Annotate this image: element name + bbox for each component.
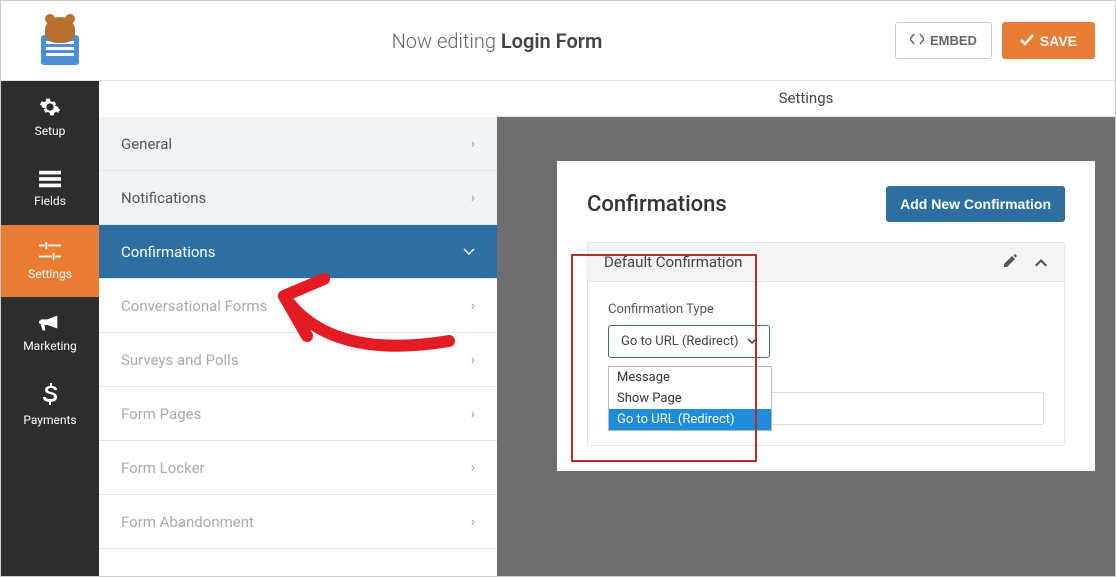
settings-item-abandonment[interactable]: Form Abandonment › [99,495,497,549]
dropdown-option[interactable]: Show Page [609,388,771,409]
chevron-right-icon: › [471,136,475,152]
main-panel: Settings Confirmations Add New Confirmat… [497,81,1115,576]
dropdown-option[interactable]: Message [609,367,771,388]
confirmation-type-dropdown[interactable]: Message Show Page Go to URL (Redirect) [608,366,772,431]
nav-fields[interactable]: Fields [1,153,99,225]
nav-setup[interactable]: Setup [1,81,99,153]
code-icon [910,33,924,48]
chevron-down-icon [463,244,475,260]
settings-page-title: Settings [497,81,1115,117]
top-header: Now editing Login Form EMBED SAVE [1,1,1115,81]
settings-submenu: Settings General › Notifications › Confi… [99,81,497,576]
chevron-right-icon: › [471,460,475,476]
editing-title: Now editing Login Form [99,29,895,53]
confirmations-card: Confirmations Add New Confirmation Defau… [557,161,1095,471]
section-title: Confirmations [587,192,727,217]
settings-item-conversational[interactable]: Conversational Forms › [99,279,497,333]
confirmation-block: Default Confirmation Confirmation Type [587,242,1065,446]
chevron-up-icon[interactable] [1034,253,1048,271]
list-icon [39,170,61,188]
pencil-icon[interactable] [1004,253,1018,271]
chevron-right-icon: › [471,514,475,530]
check-icon [1020,33,1034,49]
bullhorn-icon [39,313,61,333]
settings-item-surveys[interactable]: Surveys and Polls › [99,333,497,387]
add-confirmation-button[interactable]: Add New Confirmation [886,186,1065,222]
embed-button[interactable]: EMBED [895,22,992,59]
chevron-right-icon: › [471,352,475,368]
left-sidebar: Setup Fields Settings Marketing Payments [1,81,99,576]
confirmation-type-label: Confirmation Type [608,302,1044,317]
dollar-icon [42,383,58,407]
chevron-down-icon [747,338,757,345]
logo [21,17,99,65]
dropdown-option[interactable]: Go to URL (Redirect) [609,409,771,430]
nav-marketing[interactable]: Marketing [1,297,99,369]
settings-item-general[interactable]: General › [99,117,497,171]
confirmation-type-select[interactable]: Go to URL (Redirect) [608,325,770,358]
block-title: Default Confirmation [604,253,742,271]
gear-icon [39,96,61,118]
sliders-icon [39,241,61,261]
chevron-right-icon: › [471,190,475,206]
settings-item-confirmations[interactable]: Confirmations [99,225,497,279]
nav-settings[interactable]: Settings [1,225,99,297]
settings-item-formpages[interactable]: Form Pages › [99,387,497,441]
save-button[interactable]: SAVE [1002,22,1095,59]
chevron-right-icon: › [471,298,475,314]
chevron-right-icon: › [471,406,475,422]
nav-payments[interactable]: Payments [1,369,99,441]
settings-item-notifications[interactable]: Notifications › [99,171,497,225]
settings-item-formlocker[interactable]: Form Locker › [99,441,497,495]
